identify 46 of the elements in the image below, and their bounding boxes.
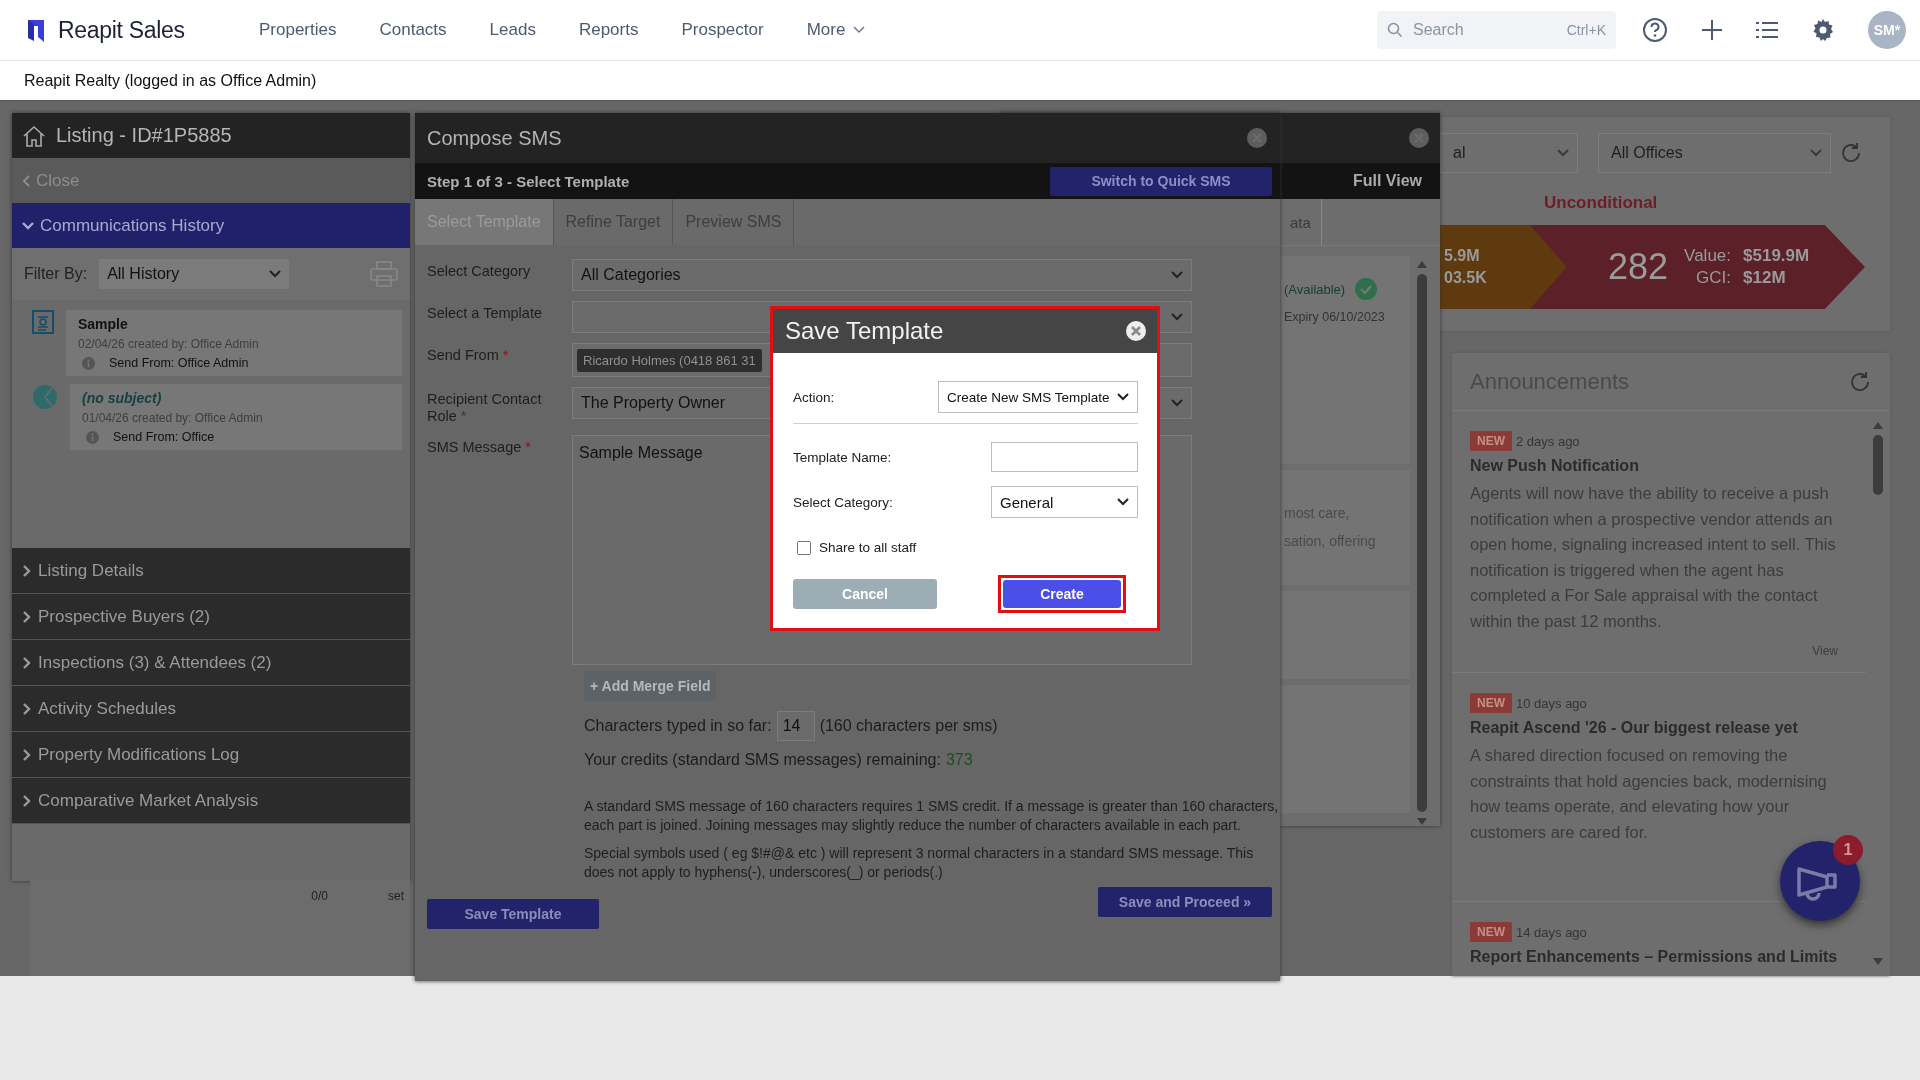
field-label: Action: xyxy=(793,389,835,405)
field-label: Recipient Contact Role * xyxy=(427,390,543,425)
dialog-title: Save Template xyxy=(785,317,944,345)
stage-label: Unconditional xyxy=(1543,193,1659,213)
new-badge: NEW xyxy=(1470,693,1512,713)
count-text: 0/0 xyxy=(311,889,328,903)
account-label: Reapit Realty (logged in as Office Admin) xyxy=(24,71,317,90)
expiry-text: Expiry 06/10/2023 xyxy=(1284,310,1386,324)
note-text: Special symbols used ( eg $!#@& etc ) will represent 3 normal characters in a standard SMS message. This does not apply to hyphens(-), underscores(_) or periods(.) xyxy=(584,844,1255,881)
stat-value: 03.5K xyxy=(1444,269,1487,287)
stat-value: $519.9M xyxy=(1743,246,1810,266)
label-text: set xyxy=(388,889,404,903)
chars-note: (160 characters per sms) xyxy=(819,717,998,735)
new-badge: NEW xyxy=(1470,922,1512,942)
history-meta: 02/04/26 created by: Office Admin xyxy=(78,337,260,351)
stat-value: 5.9M xyxy=(1444,247,1481,265)
stat-label: GCI: xyxy=(1695,268,1732,288)
field-label: Select Category xyxy=(427,262,532,281)
stat-value: $12M xyxy=(1743,268,1787,288)
window-title: Compose SMS xyxy=(427,126,562,150)
age-text: 2 days ago xyxy=(1516,433,1580,449)
send-from-text: Send From: Office xyxy=(113,430,215,444)
age-text: 10 days ago xyxy=(1516,695,1587,711)
panel-title: Listing - ID#1P5885 xyxy=(56,124,232,147)
field-label: Send From * xyxy=(427,346,510,365)
step-title: Step 1 of 3 - Select Template xyxy=(427,172,630,190)
send-from-text: Send From: Office Admin xyxy=(109,356,249,370)
age-text: 14 days ago xyxy=(1516,924,1587,940)
field-label: Select a Template xyxy=(427,304,543,323)
new-badge: NEW xyxy=(1470,431,1512,451)
stat-label: Value: xyxy=(1684,246,1732,266)
field-label: Template Name: xyxy=(793,449,892,465)
brand-name: Reapit Sales xyxy=(58,16,185,44)
checkbox-label: Share to all staff xyxy=(819,540,917,555)
history-meta: 01/04/26 created by: Office Admin xyxy=(82,411,264,425)
history-subject: (no subject) xyxy=(82,390,163,406)
history-subject: Sample xyxy=(78,316,129,332)
note-text: A standard SMS message of 160 characters requires 1 SMS credit. If a message is greater than 160 characters, each part is joined. Joining messages may slightly reduce the number of characters available in each part. xyxy=(584,797,1280,834)
stage-count: 282 xyxy=(1608,246,1669,288)
chars-label: Characters typed in so far: xyxy=(584,717,772,735)
field-label: Select Category: xyxy=(793,494,893,510)
status-text: (Available) xyxy=(1284,281,1346,297)
filter-label: Filter By: xyxy=(24,265,88,283)
credits-value: 373 xyxy=(945,751,973,769)
field-label: SMS Message * xyxy=(427,438,532,457)
credits-label: Your credits (standard SMS messages) remaining: xyxy=(584,751,941,769)
